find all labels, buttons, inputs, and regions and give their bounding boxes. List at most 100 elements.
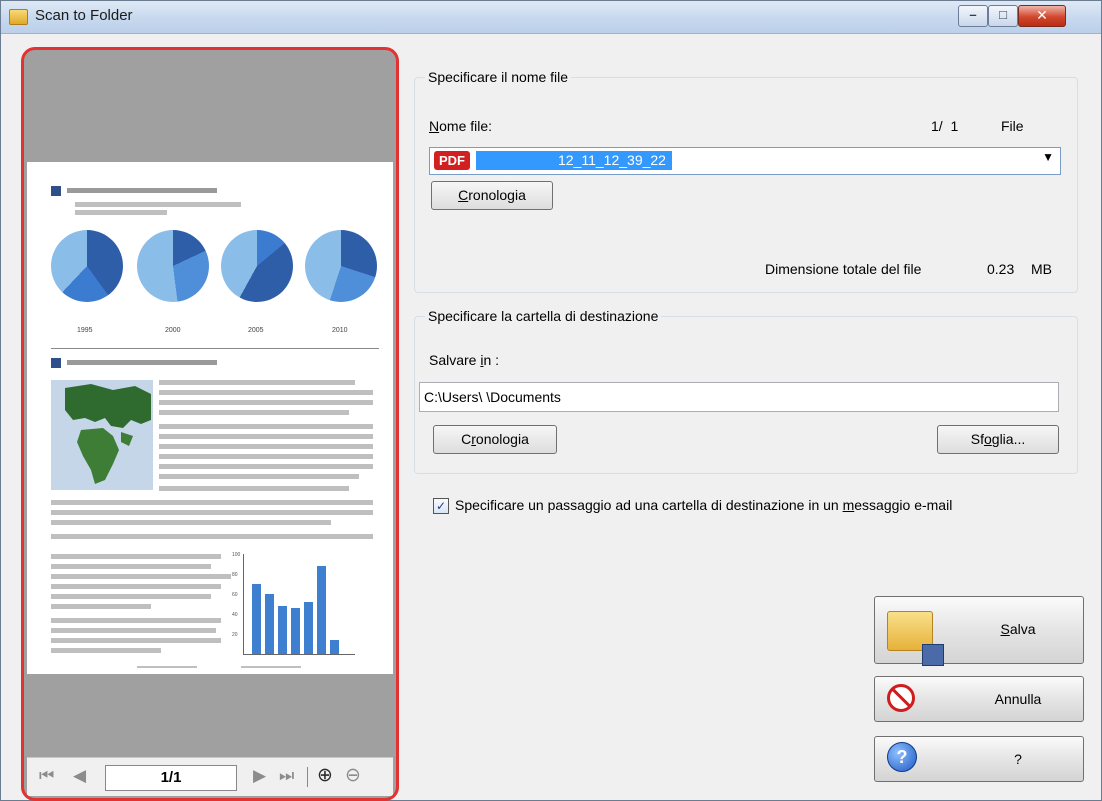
text-line: [159, 486, 349, 491]
chart-bar: [330, 640, 339, 654]
chart-y-tick: 40: [232, 612, 238, 618]
chart-x-axis: [243, 654, 355, 655]
chart-bar: [252, 584, 261, 654]
folder-icon: [9, 9, 28, 25]
chart-y-tick: 60: [232, 592, 238, 598]
help-icon: ?: [887, 742, 917, 772]
chart-y-axis: [243, 554, 244, 654]
chart-bar: [317, 566, 326, 654]
chart-bar: [291, 608, 300, 654]
help-button-label: ?: [1014, 751, 1022, 767]
destination-path-field[interactable]: C:\Users\ \Documents: [419, 382, 1059, 412]
text-line: [51, 618, 221, 623]
pie-year-label: 1995: [77, 327, 93, 334]
page-indicator[interactable]: 1/1: [105, 765, 237, 791]
text-line: [159, 474, 359, 479]
minimize-button[interactable]: –: [958, 5, 988, 27]
chart-y-tick: 20: [232, 632, 238, 638]
maximize-icon: □: [999, 7, 1007, 22]
text-line: [159, 400, 373, 405]
pie-chart: [221, 230, 293, 302]
save-button[interactable]: Salva: [874, 596, 1084, 666]
cancel-icon: [887, 684, 915, 712]
text-line: [67, 188, 217, 193]
text-line: [159, 424, 373, 429]
cancel-button[interactable]: Annulla: [874, 676, 1084, 722]
destination-path-text: C:\Users\ \Documents: [424, 389, 561, 405]
window-title: Scan to Folder: [35, 7, 133, 24]
help-button[interactable]: ? ?: [874, 736, 1084, 782]
text-line: [159, 390, 373, 395]
text-line: [51, 534, 373, 539]
email-path-checkbox[interactable]: ✓: [433, 498, 449, 514]
preview-pane: 1995 2000 2005 2010 100 80 60 40 20 ⏮ ◀ …: [21, 47, 399, 801]
total-size-label: Dimensione totale del file: [765, 261, 922, 277]
first-page-button[interactable]: ⏮: [39, 766, 54, 786]
file-counter: 1/ 1: [931, 118, 959, 134]
dialog-client-area: 1995 2000 2005 2010 100 80 60 40 20 ⏮ ◀ …: [1, 34, 1101, 801]
text-line: [51, 638, 221, 643]
text-line: [159, 434, 373, 439]
text-line: [159, 380, 355, 385]
folder-save-icon: [887, 611, 944, 666]
chart-y-tick: 100: [232, 552, 241, 558]
browse-button[interactable]: Sfoglia...: [937, 425, 1059, 454]
text-line: [51, 554, 221, 559]
text-line: [51, 584, 221, 589]
zoom-in-icon[interactable]: ⊕: [317, 764, 333, 787]
text-line: [159, 410, 349, 415]
text-line: [51, 648, 161, 653]
text-line: [51, 500, 373, 505]
text-line: [159, 464, 373, 469]
chart-y-tick: 80: [232, 572, 238, 578]
maximize-button[interactable]: □: [988, 5, 1018, 27]
disk-icon: [922, 644, 944, 666]
email-path-label[interactable]: Specificare un passaggio ad una cartella…: [455, 497, 952, 513]
last-page-button[interactable]: ⏭: [279, 766, 294, 786]
pie-year-label: 2000: [165, 327, 181, 334]
minimize-icon: –: [969, 7, 977, 22]
close-button[interactable]: ✕: [1018, 5, 1066, 27]
heading-bullet: [51, 358, 61, 368]
text-line: [51, 604, 151, 609]
text-line: [159, 454, 373, 459]
zoom-out-icon[interactable]: ⊖: [345, 764, 361, 787]
text-line: [159, 444, 373, 449]
file-counter-unit: File: [1001, 118, 1024, 134]
text-line: [51, 628, 216, 633]
file-name-selected-text[interactable]: 12_11_12_39_22: [476, 151, 672, 170]
chart-bar: [278, 606, 287, 654]
text-line: [51, 594, 211, 599]
text-line: [75, 202, 241, 207]
pie-chart: [137, 230, 209, 302]
next-page-button[interactable]: ▶: [253, 766, 266, 786]
destination-history-button[interactable]: Cronologia: [433, 425, 557, 454]
dropdown-arrow-icon[interactable]: ▼: [1042, 150, 1054, 164]
file-name-combobox[interactable]: PDF 12_11_12_39_22 ▼: [429, 147, 1061, 175]
file-name-history-button[interactable]: Cronologia: [431, 181, 553, 210]
total-size-unit: MB: [1031, 261, 1052, 277]
text-line: [51, 564, 211, 569]
destination-group-title: Specificare la cartella di destinazione: [425, 308, 662, 324]
save-in-label: Salvare in :: [429, 352, 500, 368]
pdf-icon: PDF: [434, 151, 470, 170]
close-icon: ✕: [1036, 7, 1048, 23]
title-bar[interactable]: Scan to Folder – □ ✕: [1, 1, 1101, 34]
separator-line: [51, 348, 379, 349]
text-line: [241, 666, 301, 668]
total-size-value: 0.23: [987, 261, 1015, 277]
text-line: [51, 520, 331, 525]
text-line: [67, 360, 217, 365]
heading-bullet: [51, 186, 61, 196]
pie-chart: [305, 230, 377, 302]
text-line: [137, 666, 197, 668]
file-name-label: Nome file:: [429, 118, 493, 134]
chart-bar: [265, 594, 274, 654]
preview-navigation-bar: ⏮ ◀ 1/1 ▶ ⏭ ⊕ ⊖: [27, 757, 393, 796]
page-thumbnail[interactable]: 1995 2000 2005 2010 100 80 60 40 20: [27, 162, 393, 674]
save-button-label: Salva: [1000, 621, 1036, 637]
previous-page-button[interactable]: ◀: [73, 766, 86, 786]
text-line: [51, 574, 231, 579]
toolbar-divider: [307, 767, 308, 787]
chart-bar: [304, 602, 313, 654]
